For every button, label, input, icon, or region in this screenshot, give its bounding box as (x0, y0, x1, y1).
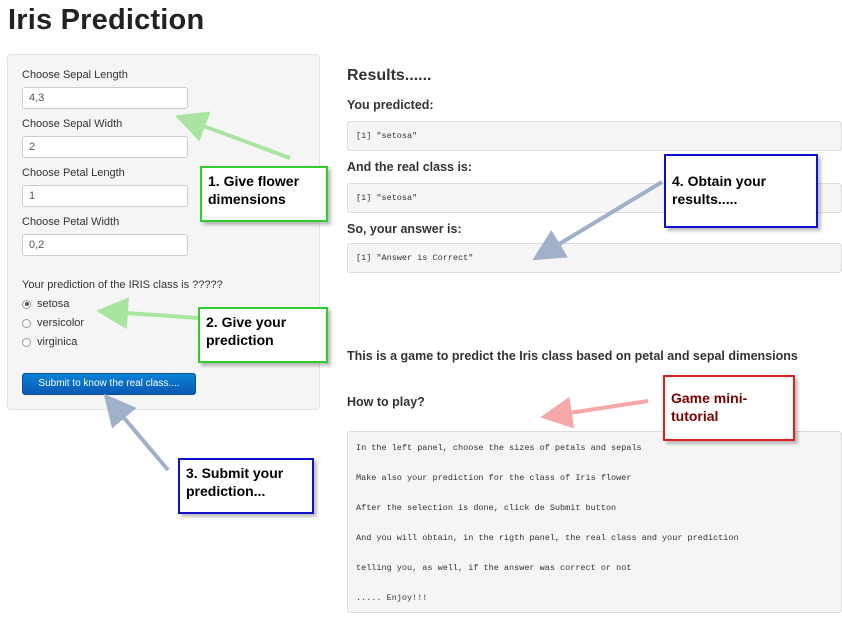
annotation-arrows (96, 111, 664, 472)
callout-step1: 1. Give flower dimensions (200, 166, 328, 222)
callout-step3-line2: prediction... (186, 483, 266, 499)
callout-tutorial-line1: Game mini- (671, 390, 748, 406)
arrow-step1 (174, 111, 291, 160)
arrow-step4 (532, 180, 664, 261)
callout-step3: 3. Submit your prediction... (178, 458, 314, 514)
callout-step1-line1: 1. Give flower (208, 173, 300, 189)
callout-tutorial: Game mini- tutorial (663, 375, 795, 441)
callout-step1-line2: dimensions (208, 191, 286, 207)
arrow-step3 (103, 393, 170, 472)
callout-step2-line2: prediction (206, 332, 274, 348)
callout-step4-line2: results..... (672, 191, 738, 207)
callout-step2: 2. Give your prediction (198, 307, 328, 363)
callout-step3-line1: 3. Submit your (186, 465, 284, 481)
callout-tutorial-line2: tutorial (671, 408, 719, 424)
arrow-step2 (96, 297, 199, 330)
arrow-tutorial (540, 396, 649, 429)
callout-step4-line1: 4. Obtain your (672, 173, 767, 189)
callout-step2-line1: 2. Give your (206, 314, 287, 330)
callout-step4: 4. Obtain your results..... (664, 154, 818, 228)
